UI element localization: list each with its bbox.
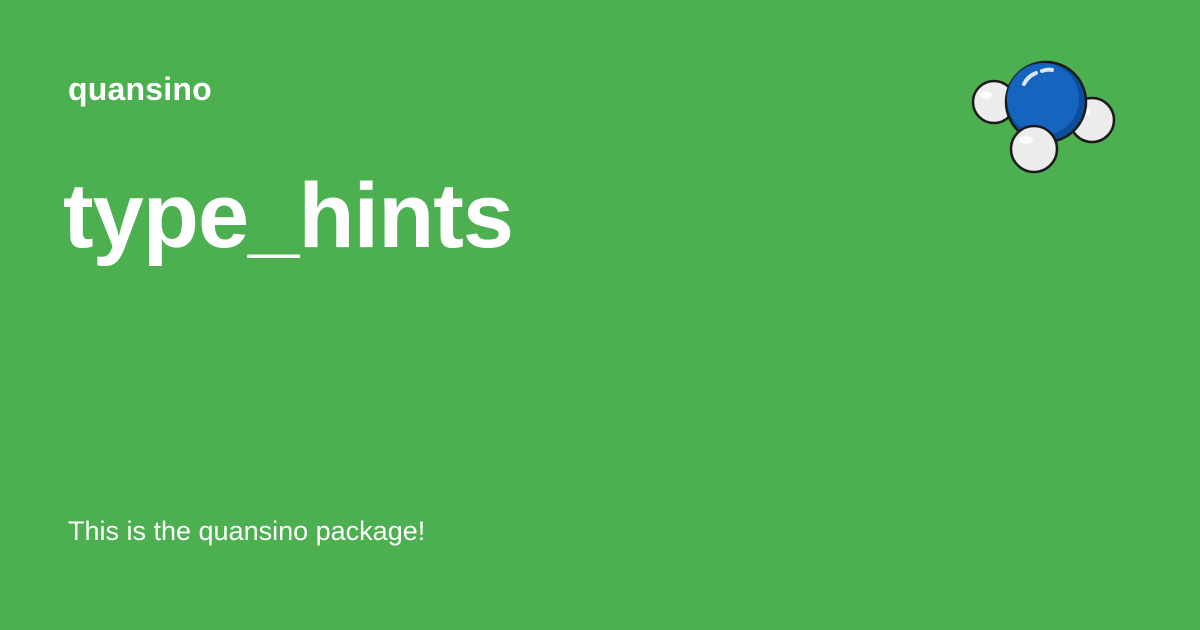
social-preview-card: quansino type_hints This is the quansino… bbox=[0, 0, 1200, 630]
page-title: type_hints bbox=[63, 165, 514, 267]
site-name: quansino bbox=[68, 71, 212, 107]
molecule-icon bbox=[971, 60, 1116, 174]
description: This is the quansino package! bbox=[68, 516, 426, 546]
